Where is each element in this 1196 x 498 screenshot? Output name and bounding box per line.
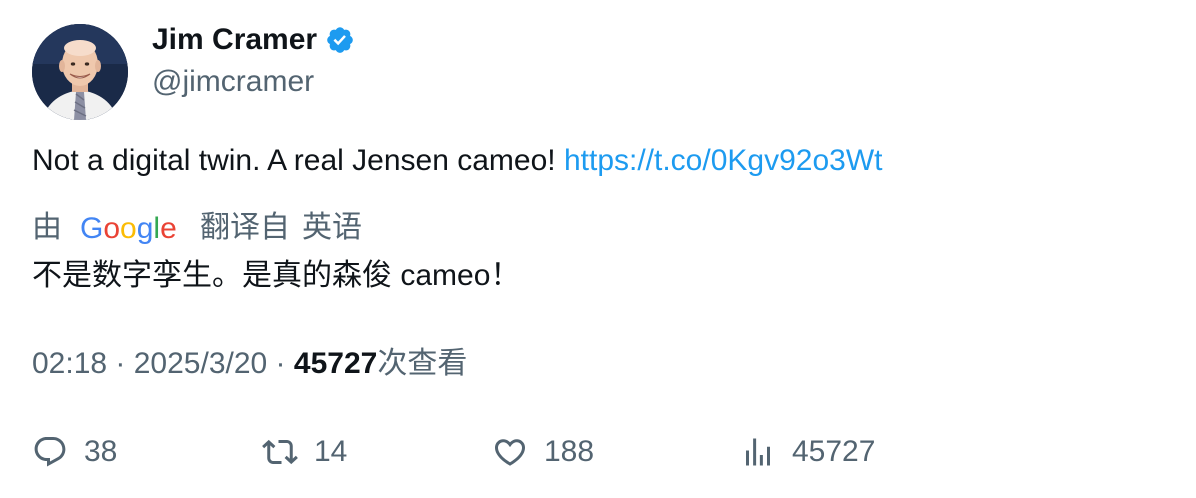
tweet-actions: 38 14 188 45727 bbox=[0, 428, 1196, 476]
avatar[interactable] bbox=[32, 24, 128, 120]
verified-badge-icon bbox=[327, 27, 353, 53]
translate-by-label: 由 bbox=[32, 211, 62, 244]
author-handle[interactable]: @jimcramer bbox=[152, 62, 314, 102]
reply-button[interactable]: 38 bbox=[32, 428, 117, 476]
meta-separator: · bbox=[107, 347, 134, 380]
tweet-body: Not a digital twin. A real Jensen cameo! bbox=[32, 144, 564, 177]
like-count: 188 bbox=[544, 435, 595, 468]
translated-text: 不是数字孪生。是真的森俊 cameo！ bbox=[32, 259, 521, 292]
tweet-card: Jim Cramer @jimcramer Not a digital twin… bbox=[0, 0, 1196, 498]
google-logo-icon: Google bbox=[80, 212, 177, 245]
views-button[interactable]: 45727 bbox=[740, 428, 875, 476]
reply-count: 38 bbox=[84, 435, 118, 468]
tweet-time[interactable]: 02:18 bbox=[32, 347, 107, 380]
svg-text:Google: Google bbox=[80, 212, 177, 245]
translate-from-label: 翻译自 bbox=[200, 211, 290, 244]
tweet-meta: 02:18 · 2025/3/20 · 45727次查看 bbox=[32, 342, 467, 386]
tweet-text: Not a digital twin. A real Jensen cameo!… bbox=[32, 140, 882, 182]
analytics-icon bbox=[746, 438, 770, 466]
meta-separator: · bbox=[267, 347, 294, 380]
author-name[interactable]: Jim Cramer bbox=[152, 20, 317, 60]
views-action-count: 45727 bbox=[792, 435, 876, 468]
author-name-row[interactable]: Jim Cramer bbox=[152, 20, 355, 60]
views-count: 45727 bbox=[293, 347, 378, 380]
retweet-button[interactable]: 14 bbox=[262, 428, 347, 476]
heart-icon bbox=[494, 439, 526, 466]
translate-language: 英语 bbox=[302, 211, 362, 244]
retweet-icon bbox=[262, 439, 298, 465]
views-label: 次查看 bbox=[377, 347, 468, 380]
reply-icon bbox=[34, 437, 66, 467]
tweet-date[interactable]: 2025/3/20 bbox=[134, 347, 267, 380]
tweet-link[interactable]: https://t.co/0Kgv92o3Wt bbox=[564, 144, 883, 177]
avatar-portrait-icon bbox=[32, 24, 128, 120]
like-button[interactable]: 188 bbox=[492, 428, 594, 476]
retweet-count: 14 bbox=[314, 435, 348, 468]
translation-attribution: 由 Google 翻译自 英语 bbox=[32, 206, 362, 250]
